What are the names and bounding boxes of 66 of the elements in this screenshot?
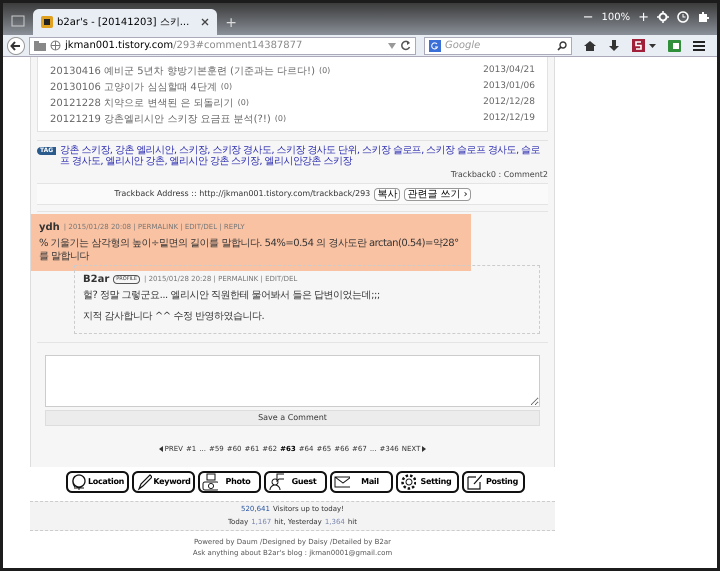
trackback-button[interactable]: 복사 [374,188,400,200]
globe-icon [50,40,61,51]
menu-icon[interactable] [693,40,705,50]
address-bar[interactable]: jkman001.tistory.com/293#comment14387877 [29,36,416,54]
browser-tab[interactable]: b2ar's - [20141203] 스키... [33,9,218,35]
save-comment-button[interactable]: Save a Comment [45,410,540,426]
nav-button[interactable]: Posting [462,470,525,492]
post-link[interactable]: 20121219 강촌엘리시안 스키장 요금표 분석(?!) [50,112,271,126]
nav-button[interactable]: Photo [198,470,261,492]
right-arrow-icon [422,446,426,452]
search-input[interactable]: Google [445,38,545,53]
reload-icon[interactable] [400,40,411,51]
post-link[interactable]: 20130416 예비군 5년차 향방기본훈련 (기준과는 다르다!) [50,64,315,78]
home-icon[interactable] [584,40,596,52]
window-icon [11,15,25,27]
nav-button[interactable]: Guest [264,470,327,492]
caret-icon[interactable] [649,44,656,48]
comment-author: B2ar [83,273,110,287]
post-link[interactable]: 20121228 치약으로 변색된 은 되돌리기 [50,96,234,110]
trackback-comment-count: Trackback0 : Comment2 [450,169,548,181]
search-icon[interactable] [557,40,567,50]
comment-count: (0) [274,113,286,125]
comment-count: (0) [318,65,330,77]
camera-icon [202,472,218,490]
trackback-address: Trackback Address :: http://jkman001.tistory.com/trackback/293 [114,188,370,200]
trackback-button[interactable]: 관련글 쓰기 › [404,188,471,200]
tab-title: b2ar's - [20141203] 스키... [57,16,190,30]
note-pencil-icon [466,472,482,490]
comment-input[interactable] [45,355,540,407]
nav-button[interactable]: Keyword [132,470,195,492]
post-date: 2013/04/21 [483,64,535,78]
left-arrow-icon [158,446,163,452]
comment-text: 지적 감사합니다 ^^ 수정 반영하였습니다. [83,310,266,323]
person-speech-icon [268,472,284,490]
comment-text: 헐? 정말 그렇군요... 엘리시안 직원한테 물어봐서 들은 답변이었는데;;; [83,289,381,302]
folder-icon [34,40,46,50]
new-tab-button[interactable]: + [225,15,238,31]
dropdown-icon[interactable] [388,42,396,48]
comment-count: (0) [220,81,232,93]
nav-button[interactable]: Location [66,470,129,492]
zoom-level: 100% [602,10,630,25]
comment-author: ydh [39,221,60,235]
search-engine-icon [429,40,441,52]
post-link[interactable]: 20130106 고양이가 심심할때 4단계 [50,80,217,94]
search-field[interactable]: Google [424,36,572,54]
nav-button[interactable]: Setting [396,470,459,492]
globe-icon [70,472,86,490]
extension-icon[interactable] [632,39,645,52]
zoom-out-button[interactable]: − [582,8,594,27]
back-icon[interactable] [7,36,25,54]
pencil-icon [136,472,152,490]
comment-count: (0) [238,97,249,109]
download-icon[interactable] [608,40,620,52]
zoom-in-button[interactable]: + [638,8,649,27]
post-date: 2012/12/19 [483,112,535,126]
post-date: 2013/01/06 [483,80,535,94]
site-favicon [41,16,53,28]
puzzle-icon[interactable] [697,11,709,24]
tag-list: 강촌 스키장, 강촌 엘리시안, 스키장, 스키장 경사도, 스키장 경사도 단위, 스키장 슬로프, 스키장 슬로프 경사도, 슬로프 경사도, 엘리시안 강촌, 엘리시안 강촌 스키장, 엘리시안강촌 스키장 [60,145,548,167]
comment-text: % 기울기는 삼각형의 높이÷밑면의 길이를 말합니다. 54%=0.54 의 경사도란 arctan(0.54)=약28°를 말합니다 [39,237,460,263]
spreadsheet-icon[interactable] [668,40,681,52]
post-date: 2012/12/28 [483,96,535,110]
url-text: jkman001.tistory.com/293#comment14387877 [65,39,302,53]
clock-icon[interactable] [677,11,689,24]
nav-button[interactable]: Mail [330,470,393,492]
close-icon[interactable] [201,18,210,26]
